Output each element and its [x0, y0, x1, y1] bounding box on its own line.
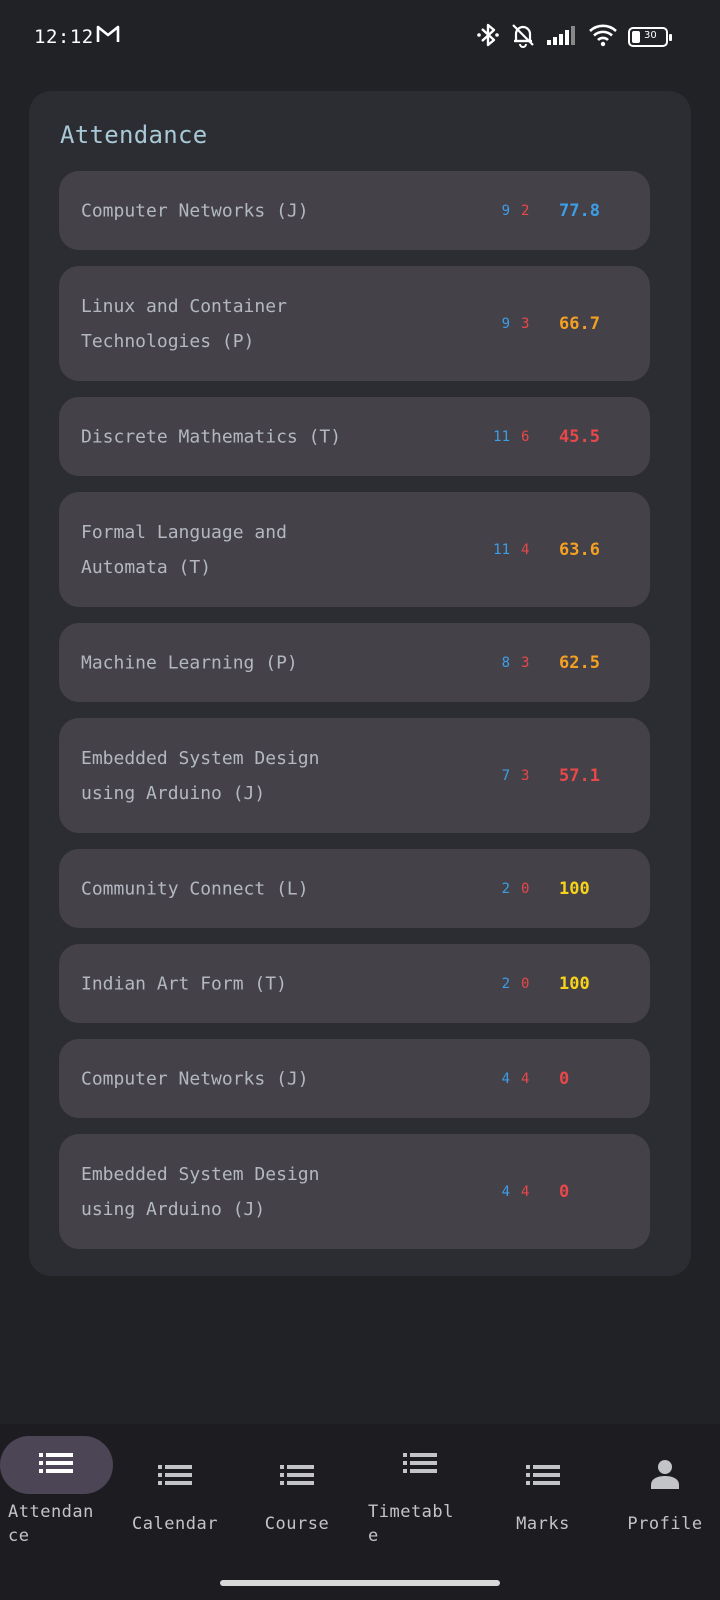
- absent-count: 0: [521, 975, 530, 992]
- absent-count: 6: [521, 428, 530, 445]
- nav-course[interactable]: Course: [237, 1424, 357, 1574]
- attendance-row[interactable]: Community Connect (L) 2 0 100: [59, 849, 650, 928]
- home-indicator[interactable]: [220, 1580, 500, 1586]
- attendance-percent: 100: [559, 973, 590, 994]
- nav-label: Profile: [627, 1514, 703, 1534]
- present-count: 2: [501, 975, 510, 992]
- attendance-row[interactable]: Formal Language and Automata (T) 11 4 63…: [59, 492, 650, 607]
- attendance-percent: 77.8: [559, 200, 600, 221]
- nav-attendance[interactable]: Attendance: [0, 1424, 120, 1574]
- present-count: 2: [501, 880, 510, 897]
- nav-label: Attendance: [8, 1502, 94, 1546]
- list-icon: [403, 1452, 437, 1478]
- attendance-row[interactable]: Indian Art Form (T) 2 0 100: [59, 944, 650, 1023]
- course-name: Community Connect (L): [81, 878, 309, 899]
- attendance-percent: 0: [559, 1068, 570, 1089]
- course-name: Formal Language and Automata (T): [81, 521, 287, 578]
- bell-off-icon: [510, 22, 536, 52]
- bluetooth-icon: [476, 22, 500, 52]
- attendance-percent: 62.5: [559, 652, 600, 673]
- attendance-percent: 63.6: [559, 539, 600, 560]
- attendance-list: Computer Networks (J) 9 2 77.8 Linux and…: [59, 171, 650, 1265]
- nav-label: Timetable: [368, 1502, 454, 1546]
- course-name: Machine Learning (P): [81, 652, 298, 673]
- absent-count: 2: [521, 202, 530, 219]
- nav-calendar[interactable]: Calendar: [115, 1424, 235, 1574]
- nav-profile[interactable]: Profile: [605, 1424, 720, 1574]
- battery-icon: 30: [628, 27, 672, 47]
- nav-marks[interactable]: Marks: [483, 1424, 603, 1574]
- absent-count: 3: [521, 315, 530, 332]
- absent-count: 4: [521, 1070, 530, 1087]
- course-name: Linux and Container Technologies (P): [81, 295, 287, 352]
- list-icon: [280, 1464, 314, 1490]
- gmail-icon: [96, 24, 120, 48]
- attendance-row[interactable]: Computer Networks (J) 4 4 0: [59, 1039, 650, 1118]
- attendance-row[interactable]: Embedded System Design using Arduino (J)…: [59, 718, 650, 833]
- absent-count: 3: [521, 654, 530, 671]
- attendance-percent: 66.7: [559, 313, 600, 334]
- status-icons: 30: [476, 22, 672, 52]
- attendance-row[interactable]: Embedded System Design using Arduino (J)…: [59, 1134, 650, 1249]
- present-count: 9: [501, 202, 510, 219]
- list-icon: [158, 1464, 192, 1490]
- list-icon: [526, 1464, 560, 1490]
- attendance-percent: 57.1: [559, 765, 600, 786]
- bottom-nav: Attendance Calendar Course Timetable Mar…: [0, 1424, 720, 1600]
- present-count: 8: [501, 654, 510, 671]
- course-name: Embedded System Design using Arduino (J): [81, 1163, 320, 1220]
- absent-count: 0: [521, 880, 530, 897]
- attendance-percent: 45.5: [559, 426, 600, 447]
- present-count: 11: [493, 541, 510, 558]
- attendance-percent: 0: [559, 1181, 570, 1202]
- status-time: 12:12: [34, 26, 94, 48]
- course-name: Embedded System Design using Arduino (J): [81, 747, 320, 804]
- present-count: 7: [501, 767, 510, 784]
- course-name: Computer Networks (J): [81, 1068, 309, 1089]
- nav-label: Marks: [516, 1514, 570, 1534]
- attendance-panel: Attendance Computer Networks (J) 9 2 77.…: [29, 91, 691, 1276]
- attendance-row[interactable]: Linux and Container Technologies (P) 9 3…: [59, 266, 650, 381]
- attendance-row[interactable]: Machine Learning (P) 8 3 62.5: [59, 623, 650, 702]
- nav-label: Course: [264, 1514, 330, 1534]
- attendance-percent: 100: [559, 878, 590, 899]
- nav-label: Calendar: [132, 1514, 218, 1534]
- battery-level: 30: [644, 30, 657, 41]
- present-count: 9: [501, 315, 510, 332]
- present-count: 11: [493, 428, 510, 445]
- attendance-row[interactable]: Discrete Mathematics (T) 11 6 45.5: [59, 397, 650, 476]
- nav-timetable[interactable]: Timetable: [360, 1424, 480, 1574]
- person-icon: [649, 1458, 681, 1494]
- list-icon: [39, 1452, 73, 1478]
- absent-count: 3: [521, 767, 530, 784]
- wifi-icon: [588, 23, 618, 51]
- present-count: 4: [501, 1183, 510, 1200]
- present-count: 4: [501, 1070, 510, 1087]
- page-title: Attendance: [60, 121, 208, 149]
- attendance-row[interactable]: Computer Networks (J) 9 2 77.8: [59, 171, 650, 250]
- course-name: Computer Networks (J): [81, 200, 309, 221]
- course-name: Discrete Mathematics (T): [81, 426, 342, 447]
- signal-icon: [546, 24, 578, 50]
- absent-count: 4: [521, 541, 530, 558]
- course-name: Indian Art Form (T): [81, 973, 287, 994]
- absent-count: 4: [521, 1183, 530, 1200]
- status-bar: 12:12 30: [0, 0, 720, 72]
